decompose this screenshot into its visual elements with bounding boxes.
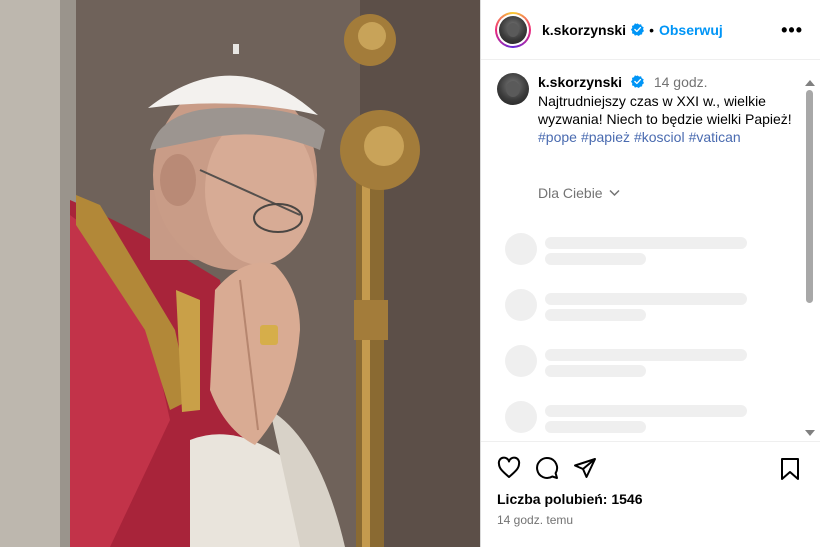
paper-plane-icon[interactable] xyxy=(573,456,597,480)
chevron-down-icon xyxy=(609,189,621,197)
header-separator: • xyxy=(649,21,654,38)
hashtag-link[interactable]: #kosciol xyxy=(634,129,685,145)
for-you-label: Dla Ciebie xyxy=(538,185,603,201)
caption-avatar[interactable] xyxy=(497,73,529,105)
scrollbar-thumb[interactable] xyxy=(806,90,813,303)
scroll-down-arrow-icon[interactable] xyxy=(805,430,815,436)
more-options-icon[interactable]: ••• xyxy=(781,20,803,41)
verified-badge-icon xyxy=(630,75,644,88)
author-avatar-story-ring[interactable] xyxy=(495,11,531,48)
heart-icon[interactable] xyxy=(497,456,521,480)
comment-icon[interactable] xyxy=(535,456,559,480)
for-you-dropdown[interactable]: Dla Ciebie xyxy=(538,185,621,201)
comment-skeleton xyxy=(505,401,805,435)
bookmark-icon[interactable] xyxy=(779,457,801,481)
scroll-up-arrow-icon[interactable] xyxy=(805,80,815,86)
post-timestamp[interactable]: 14 godz. temu xyxy=(497,513,573,527)
post-photo[interactable] xyxy=(0,0,480,547)
caption-username[interactable]: k.skorzynski xyxy=(538,74,622,90)
hashtag-link[interactable]: #papież xyxy=(581,129,630,145)
comment-skeleton xyxy=(505,233,805,267)
caption-time[interactable]: 14 godz. xyxy=(654,74,708,90)
comments-section: k.skorzynski 14 godz. Najtrudniejszy cza… xyxy=(481,61,820,441)
caption: k.skorzynski 14 godz. Najtrudniejszy cza… xyxy=(497,73,798,146)
post-header: k.skorzynski • Obserwuj ••• xyxy=(481,0,820,60)
follow-button[interactable]: Obserwuj xyxy=(659,22,723,38)
verified-badge-icon xyxy=(631,23,645,36)
comments-scrollbar[interactable] xyxy=(804,80,816,440)
hashtag-link[interactable]: #vatican xyxy=(689,129,741,145)
instagram-post-modal: k.skorzynski • Obserwuj ••• k.skorzynski xyxy=(0,0,820,547)
post-actions: Liczba polubień: 1546 14 godz. temu xyxy=(481,441,820,547)
comment-skeleton xyxy=(505,289,805,323)
author-username[interactable]: k.skorzynski xyxy=(542,22,626,38)
author-avatar[interactable] xyxy=(499,15,527,44)
likes-count[interactable]: Liczba polubień: 1546 xyxy=(497,491,642,507)
caption-text: Najtrudniejszy czas w XXI w., wielkie wy… xyxy=(538,93,792,127)
hashtag-link[interactable]: #pope xyxy=(538,129,577,145)
hashtags: #pope #papież #kosciol #vatican xyxy=(538,128,798,146)
pope-praying-photo xyxy=(0,0,480,547)
comment-skeleton xyxy=(505,345,805,379)
post-side-panel: k.skorzynski • Obserwuj ••• k.skorzynski xyxy=(480,0,820,547)
